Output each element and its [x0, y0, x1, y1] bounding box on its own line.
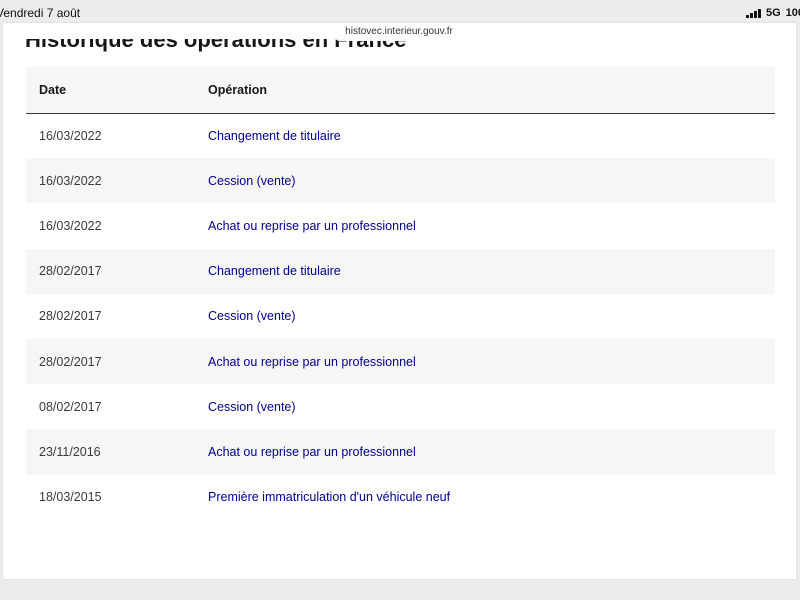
table-row: 28/02/2017 Changement de titulaire	[26, 248, 775, 294]
operation-type: Changement de titulaire	[208, 264, 341, 279]
operation-date: 23/11/2016	[39, 444, 101, 459]
table-header-row: Date Opération	[26, 67, 775, 114]
operation-date: 18/03/2015	[39, 490, 102, 505]
operation-type: Achat ou reprise par un professionnel	[208, 444, 416, 459]
status-time: Vendredi 7 août	[0, 6, 81, 20]
column-header-operation: Opération	[208, 67, 775, 114]
operation-date: 16/03/2022	[39, 218, 102, 233]
table-row: 18/03/2015 Première immatriculation d'un …	[26, 475, 775, 520]
operation-type: Achat ou reprise par un professionnel	[208, 218, 416, 233]
operation-type: Achat ou reprise par un professionnel	[208, 354, 416, 369]
table-body: 16/03/2022 Changement de titulaire 16/03/2…	[26, 113, 775, 520]
url-bar[interactable]: histovec.interieur.gouv.fr	[334, 23, 464, 41]
operation-date: 28/02/2017	[39, 264, 102, 279]
operations-table: Date Opération 16/03/2022 Changement de t…	[26, 67, 775, 520]
status-indicators: 5G 100	[745, 7, 800, 19]
table-row: 28/02/2017 Achat ou reprise par un profes…	[26, 338, 775, 385]
table-row: 16/03/2022 Achat ou reprise par un profes…	[26, 203, 775, 248]
table-row: 28/02/2017 Cession (vente)	[26, 294, 775, 339]
operation-type: Cession (vente)	[208, 399, 296, 414]
operation-date: 28/02/2017	[39, 354, 102, 369]
operation-date: 16/03/2022	[39, 173, 102, 188]
signal-icon	[745, 8, 761, 18]
operation-type: Changement de titulaire	[208, 128, 341, 143]
table-row: 08/02/2017 Cession (vente)	[26, 384, 775, 429]
operation-type: Cession (vente)	[208, 309, 296, 324]
operation-type: Première immatriculation d'un véhicule n…	[208, 490, 451, 505]
operation-type: Cession (vente)	[208, 173, 296, 188]
table-row: 16/03/2022 Cession (vente)	[26, 158, 775, 204]
operation-date: 16/03/2022	[39, 128, 102, 143]
table-row: 23/11/2016 Achat ou reprise par un profes…	[26, 429, 775, 475]
table-row: 16/03/2022 Changement de titulaire	[26, 113, 775, 158]
operation-date: 08/02/2017	[39, 399, 102, 414]
operations-history-card: Historique des opérations en France Date…	[2, 22, 797, 580]
column-header-date: Date	[26, 67, 208, 114]
operation-date: 28/02/2017	[39, 309, 102, 324]
network-type: 5G	[765, 7, 781, 19]
battery-level: 100	[785, 7, 800, 19]
